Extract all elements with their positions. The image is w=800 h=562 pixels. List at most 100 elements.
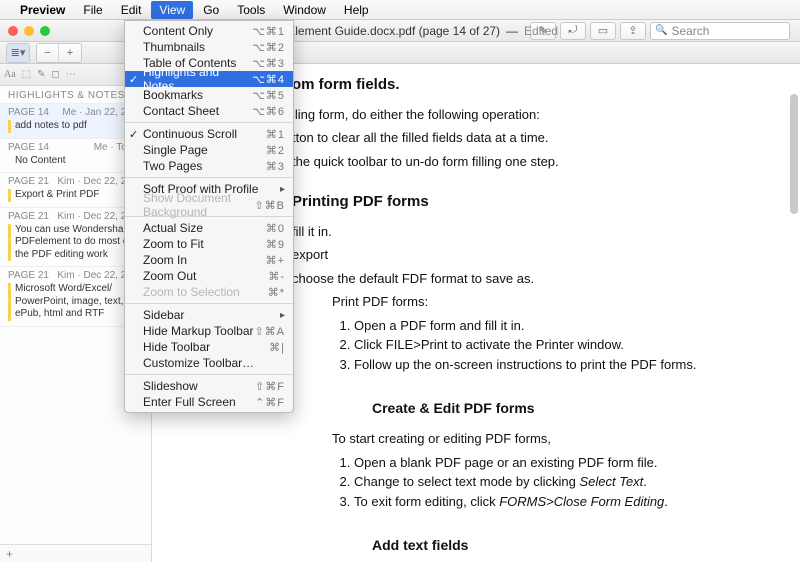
- menu-item[interactable]: Zoom to Fit ⌘9: [125, 236, 293, 252]
- menu-item-shortcut: ⌘0: [266, 222, 285, 235]
- menu-item-shortcut: ⌘|: [269, 341, 285, 354]
- menu-item-shortcut: ⌥⌘1: [252, 25, 285, 38]
- menu-file[interactable]: File: [75, 1, 110, 19]
- menu-item-shortcut: ⌘+: [266, 254, 285, 267]
- menu-item-label: Single Page: [143, 143, 208, 157]
- list-item: Follow up the on-screen instructions to …: [354, 355, 770, 375]
- heading-form-fields: om form fields.: [292, 74, 770, 97]
- body-text: fill it in.: [292, 222, 770, 242]
- markup-toolbar-button[interactable]: ✎: [530, 22, 556, 40]
- note-page: PAGE 21: [8, 176, 49, 187]
- menu-item[interactable]: Zoom Out⌘-: [125, 268, 293, 284]
- search-placeholder: Search: [671, 24, 709, 38]
- body-text: To start creating or editing PDF forms,: [332, 429, 770, 449]
- traffic-lights: [8, 26, 50, 36]
- menu-item[interactable]: Contact Sheet ⌥⌘6: [125, 103, 293, 119]
- menu-item-label: Zoom to Selection: [143, 285, 240, 299]
- menu-item[interactable]: Actual Size⌘0: [125, 220, 293, 236]
- note-text: Export & Print PDF: [8, 189, 143, 202]
- list-item: Change to select text mode by clicking S…: [354, 472, 770, 492]
- note-text: You can use Wondershare PDFelement to do…: [8, 224, 143, 262]
- view-mode-segment[interactable]: ≣▾: [6, 43, 30, 63]
- menu-item[interactable]: Customize Toolbar…: [125, 355, 293, 371]
- menu-item-shortcut: ⌥⌘6: [252, 105, 285, 118]
- note-text: No Content: [8, 155, 143, 168]
- shapes-tool-icon[interactable]: ◻: [52, 69, 60, 80]
- menu-separator: [125, 303, 293, 304]
- menu-item[interactable]: Sidebar: [125, 307, 293, 323]
- menu-item-label: Zoom In: [143, 253, 187, 267]
- menu-item[interactable]: Content Only⌥⌘1: [125, 23, 293, 39]
- zoom-window-button[interactable]: [40, 26, 50, 36]
- menu-item-label: Sidebar: [143, 308, 184, 322]
- more-tools-icon[interactable]: ⋯: [66, 69, 76, 80]
- sidebar-toggle-icon[interactable]: ≣▾: [7, 44, 29, 62]
- close-window-button[interactable]: [8, 26, 18, 36]
- minimize-window-button[interactable]: [24, 26, 34, 36]
- menu-tools[interactable]: Tools: [229, 1, 273, 19]
- share-button[interactable]: ⇪: [620, 22, 646, 40]
- search-icon: 🔍: [655, 25, 667, 36]
- menu-go[interactable]: Go: [195, 1, 227, 19]
- heading-create-edit: Create & Edit PDF forms: [372, 398, 770, 419]
- menu-item-shortcut: ⌥⌘3: [252, 57, 285, 70]
- list-item: Open a PDF form and fill it in.: [354, 316, 770, 336]
- menu-item-shortcut: ⌃⌘F: [255, 396, 285, 409]
- heading-add-text-fields: Add text fields: [372, 535, 770, 556]
- highlight-button[interactable]: ▭: [590, 22, 616, 40]
- text-style-icon[interactable]: Aa: [4, 69, 16, 80]
- app-name[interactable]: Preview: [14, 1, 71, 19]
- menu-item-label: Two Pages: [143, 159, 202, 173]
- secondary-toolbar: ≣▾ − +: [0, 42, 800, 64]
- menu-item-label: Bookmarks: [143, 88, 203, 102]
- menu-item[interactable]: Bookmarks ⌥⌘5: [125, 87, 293, 103]
- zoom-out-icon[interactable]: −: [37, 44, 59, 62]
- menu-item-label: Hide Toolbar: [143, 340, 210, 354]
- pencil-tool-icon[interactable]: ✎: [37, 69, 45, 80]
- menu-separator: [125, 122, 293, 123]
- add-page-button[interactable]: +: [0, 544, 151, 562]
- window-title: PDF Element Guide.docx.pdf (page 14 of 2…: [260, 24, 500, 38]
- zoom-segment[interactable]: − +: [36, 43, 82, 63]
- menu-view[interactable]: View: [151, 1, 193, 19]
- vertical-scrollbar[interactable]: [790, 94, 798, 214]
- menu-item[interactable]: Hide Toolbar ⌘|: [125, 339, 293, 355]
- note-text: Microsoft Word/Excel/ PowerPoint, image,…: [8, 283, 143, 321]
- selection-tool-icon[interactable]: ⬚: [22, 69, 31, 80]
- menu-item-shortcut: ⌥⌘4: [252, 73, 285, 86]
- menu-item[interactable]: Zoom In ⌘+: [125, 252, 293, 268]
- menu-item-label: Thumbnails: [143, 40, 205, 54]
- system-menubar: Preview File Edit View Go Tools Window H…: [0, 0, 800, 20]
- menu-item[interactable]: Thumbnails⌥⌘2: [125, 39, 293, 55]
- menu-item-shortcut: ⌘-: [268, 270, 285, 283]
- menu-item[interactable]: Single Page ⌘2: [125, 142, 293, 158]
- menu-edit[interactable]: Edit: [113, 1, 150, 19]
- menu-item[interactable]: Highlights and Notes⌥⌘4: [125, 71, 293, 87]
- view-menu-dropdown: Content Only⌥⌘1Thumbnails⌥⌘2Table of Con…: [124, 20, 294, 413]
- menu-item-label: Contact Sheet: [143, 104, 219, 118]
- menu-item[interactable]: Two Pages ⌘3: [125, 158, 293, 174]
- list-item: To exit form editing, click FORMS>Close …: [354, 492, 770, 512]
- heading-printing-pdf-forms: Printing PDF forms: [292, 191, 770, 214]
- menu-item: Zoom to Selection⌘*: [125, 284, 293, 300]
- menu-item-label: Customize Toolbar…: [143, 356, 254, 370]
- menu-item-shortcut: ⌘9: [266, 238, 285, 251]
- search-input[interactable]: 🔍 Search: [650, 22, 790, 40]
- menu-item[interactable]: Enter Full Screen⌃⌘F: [125, 394, 293, 410]
- menu-separator: [125, 177, 293, 178]
- menu-help[interactable]: Help: [336, 1, 377, 19]
- menu-item[interactable]: Slideshow⇧⌘F: [125, 378, 293, 394]
- menu-item[interactable]: Hide Markup Toolbar⇧⌘A: [125, 323, 293, 339]
- menu-item-shortcut: ⌘2: [266, 144, 285, 157]
- menu-window[interactable]: Window: [275, 1, 334, 19]
- zoom-in-icon[interactable]: +: [59, 44, 81, 62]
- menu-item-label: Slideshow: [143, 379, 198, 393]
- menu-item-label: Zoom to Fit: [143, 237, 204, 251]
- menu-item-label: Continuous Scroll: [143, 127, 237, 141]
- menu-item-shortcut: ⌥⌘5: [252, 89, 285, 102]
- menu-item-shortcut: ⌘3: [266, 160, 285, 173]
- rotate-button[interactable]: ⤾: [560, 22, 586, 40]
- menu-item-shortcut: ⇧⌘B: [254, 199, 285, 212]
- menu-item[interactable]: Continuous Scroll⌘1: [125, 126, 293, 142]
- body-text: the quick toolbar to un-do form filling …: [292, 152, 770, 172]
